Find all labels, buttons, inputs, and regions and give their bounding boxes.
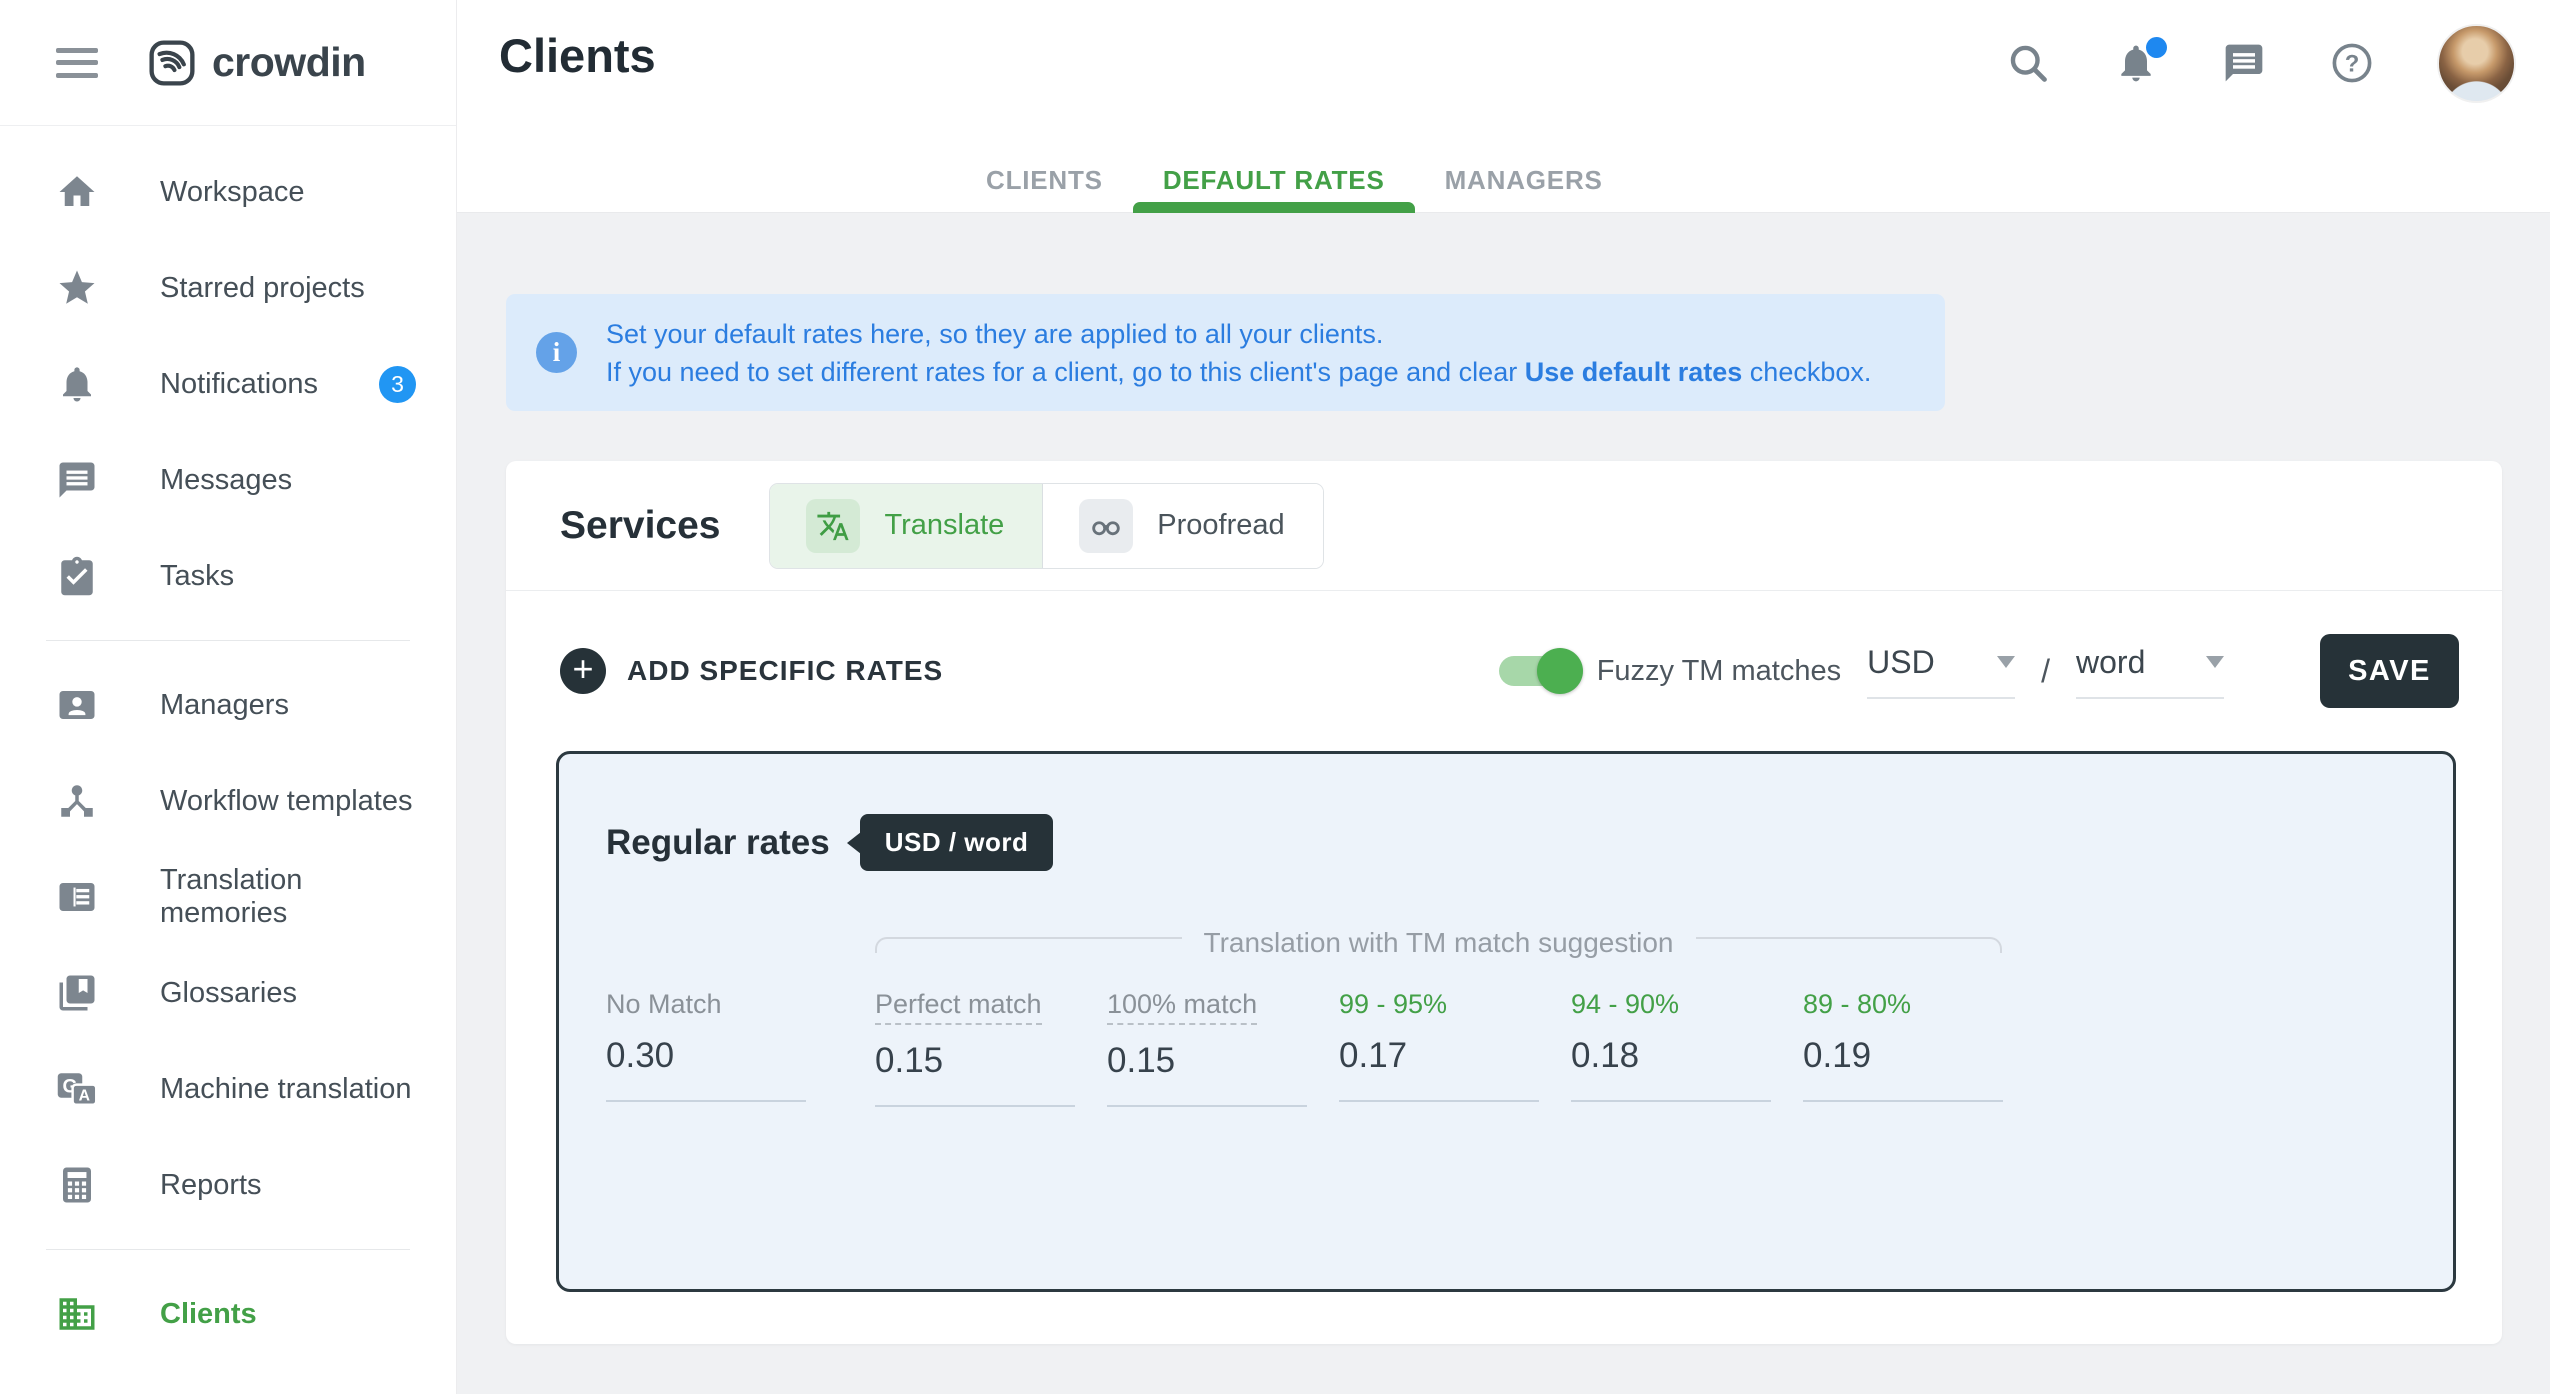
rate-input[interactable]: 0.30 [606, 1036, 806, 1076]
service-option-proofread[interactable]: Proofread [1042, 484, 1322, 568]
currency-unit-badge: USD / word [860, 814, 1054, 871]
rate-column-perfect-match: Perfect match 0.15 [875, 989, 1075, 1107]
add-specific-rates-button[interactable]: ADD SPECIFIC RATES [627, 655, 943, 687]
brand-wordmark: crowdin [212, 39, 366, 86]
sidebar-item-machine-translation[interactable]: G A Machine translation [0, 1041, 456, 1137]
chevron-down-icon [1997, 656, 2015, 668]
rate-column-100-match: 100% match 0.15 [1107, 989, 1307, 1107]
user-avatar[interactable] [2437, 24, 2516, 103]
sidebar-item-workspace[interactable]: Workspace [0, 144, 456, 240]
notifications-bell-icon[interactable] [2113, 40, 2159, 86]
sidebar-item-messages[interactable]: Messages [0, 432, 456, 528]
topbar: Clients ? CLIENTS DEFAULT RATES MANAGERS [457, 0, 2550, 213]
sidebar-divider [46, 640, 410, 641]
sidebar-item-reports[interactable]: Reports [0, 1137, 456, 1233]
rates-grid: No Match 0.30 Perfect match 0.15 100% ma… [606, 989, 2453, 1107]
chevron-down-icon [2206, 656, 2224, 668]
sidebar-nav: Workspace Starred projects Notifications… [0, 126, 456, 1362]
sidebar-item-managers[interactable]: Managers [0, 657, 456, 753]
info-banner: i Set your default rates here, so they a… [506, 294, 1945, 411]
rate-input[interactable]: 0.19 [1803, 1036, 2003, 1076]
notifications-count-badge: 3 [379, 366, 416, 403]
rates-toolbar: + ADD SPECIFIC RATES Fuzzy TM matches US… [506, 591, 2502, 751]
info-banner-text: Set your default rates here, so they are… [606, 315, 1871, 391]
use-default-rates-emphasis: Use default rates [1525, 357, 1743, 387]
machine-translation-icon: G A [56, 1068, 98, 1110]
regular-rates-title: Regular rates [606, 823, 830, 863]
workflow-icon [56, 780, 98, 822]
legend-bracket-right [1696, 937, 2003, 953]
unread-dot [2146, 37, 2167, 58]
glossaries-icon [56, 972, 98, 1014]
sidebar-item-clients[interactable]: Clients [0, 1266, 456, 1362]
svg-text:?: ? [2345, 50, 2360, 77]
sidebar-item-starred-projects[interactable]: Starred projects [0, 240, 456, 336]
help-icon[interactable]: ? [2329, 40, 2375, 86]
tm-match-legend: Translation with TM match suggestion [875, 929, 2002, 961]
rate-input[interactable]: 0.15 [1107, 1041, 1307, 1081]
fuzzy-tm-toggle-label: Fuzzy TM matches [1597, 655, 1841, 688]
bell-icon [56, 363, 98, 405]
clients-icon [56, 1293, 98, 1335]
sidebar-item-translation-memories[interactable]: Translation memories [0, 849, 456, 945]
star-icon [56, 267, 98, 309]
toggle-knob [1537, 648, 1583, 694]
svg-text:A: A [79, 1088, 90, 1105]
service-switcher: Translate Proofread [769, 483, 1323, 569]
service-option-translate[interactable]: Translate [770, 484, 1042, 568]
tab-clients[interactable]: CLIENTS [956, 148, 1133, 212]
add-specific-rates-plus-icon[interactable]: + [560, 648, 606, 694]
reports-icon [56, 1164, 98, 1206]
unit-value: word [2076, 644, 2145, 681]
info-icon: i [536, 332, 577, 373]
save-button[interactable]: SAVE [2320, 634, 2459, 708]
rate-column-99-95: 99 - 95% 0.17 [1339, 989, 1539, 1107]
regular-rates-panel: Regular rates USD / word Translation wit… [556, 751, 2456, 1292]
sidebar-item-notifications[interactable]: Notifications 3 [0, 336, 456, 432]
main-content: i Set your default rates here, so they a… [457, 213, 2550, 1394]
unit-select[interactable]: word [2076, 644, 2224, 699]
rate-input[interactable]: 0.15 [875, 1041, 1075, 1081]
services-section: Services Translate Proofread [506, 461, 2502, 591]
tab-managers[interactable]: MANAGERS [1415, 148, 1633, 212]
home-icon [56, 171, 98, 213]
sidebar: crowdin Workspace Starred projects Notif… [0, 0, 457, 1394]
messages-icon[interactable] [2221, 40, 2267, 86]
crowdin-logo[interactable]: crowdin [146, 37, 366, 89]
currency-select[interactable]: USD [1867, 644, 2015, 699]
hamburger-menu-icon[interactable] [56, 48, 98, 78]
proofread-glasses-icon [1079, 499, 1133, 553]
rate-column-no-match: No Match 0.30 [606, 989, 806, 1107]
rate-column-94-90: 94 - 90% 0.18 [1571, 989, 1771, 1107]
crowdin-logo-icon [146, 37, 198, 89]
currency-value: USD [1867, 644, 1935, 681]
tasks-icon [56, 555, 98, 597]
sidebar-item-workflow-templates[interactable]: Workflow templates [0, 753, 456, 849]
topbar-actions: ? [2005, 0, 2516, 126]
managers-icon [56, 684, 98, 726]
services-title: Services [560, 504, 720, 548]
sidebar-item-tasks[interactable]: Tasks [0, 528, 456, 624]
unit-separator: / [2041, 653, 2050, 690]
message-icon [56, 459, 98, 501]
translation-memory-icon [56, 876, 98, 918]
legend-label: Translation with TM match suggestion [1182, 927, 1696, 959]
legend-bracket-left [875, 937, 1182, 953]
rate-input[interactable]: 0.17 [1339, 1036, 1539, 1076]
search-icon[interactable] [2005, 40, 2051, 86]
sidebar-divider [46, 1249, 410, 1250]
tab-default-rates[interactable]: DEFAULT RATES [1133, 148, 1415, 212]
page-title: Clients [499, 28, 656, 83]
regular-rates-header: Regular rates USD / word [606, 814, 2453, 871]
sidebar-item-glossaries[interactable]: Glossaries [0, 945, 456, 1041]
tab-bar: CLIENTS DEFAULT RATES MANAGERS [956, 148, 1633, 212]
translate-icon [806, 499, 860, 553]
default-rates-card: Services Translate Proofread [506, 461, 2502, 1344]
fuzzy-tm-toggle[interactable] [1499, 656, 1579, 686]
rate-column-89-80: 89 - 80% 0.19 [1803, 989, 2003, 1107]
sidebar-header: crowdin [0, 0, 456, 126]
rate-input[interactable]: 0.18 [1571, 1036, 1771, 1076]
